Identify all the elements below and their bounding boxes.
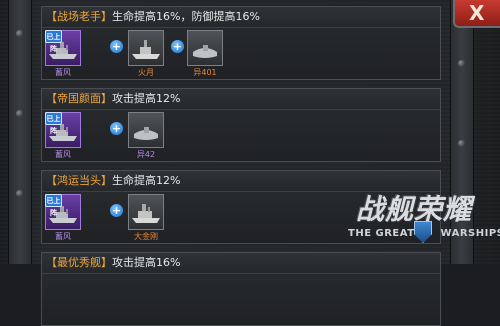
plus-icon: + [171,40,184,53]
combo-effect: 生命提高12% [112,174,180,187]
battleship-icon [131,198,161,226]
destroyer-icon [131,34,161,62]
ship-name: 火月 [124,68,168,78]
combo-card: 【最优秀舰】攻击提高16% [41,252,441,326]
ship-name: 蓄风 [41,232,85,242]
deployed-badge: 已上阵 [45,30,62,43]
combo-header: 【战场老手】生命提高16%，防御提高16% [42,7,440,28]
logo-english-right: WARSHIPS [441,228,500,239]
combo-effect: 攻击提高12% [112,92,180,105]
combo-title: 【帝国颜面】 [46,92,112,105]
close-icon: X [469,1,484,25]
ship-slot[interactable] [128,112,164,148]
ship-slot[interactable]: 已上阵 [45,194,81,230]
close-button[interactable]: X [453,0,500,28]
logo-english-left: THE GREAT [348,228,415,239]
rivet [458,60,465,67]
combo-effect: 生命提高16%，防御提高16% [112,10,260,23]
ship-slot[interactable]: 已上阵 [45,30,81,66]
ship-slot[interactable] [187,30,223,66]
ship-slot[interactable]: 已上阵 [45,112,81,148]
plus-icon: + [110,40,123,53]
ship-name: 异401 [183,68,227,78]
rivet [16,30,23,37]
rivet [16,110,23,117]
plus-icon: + [110,204,123,217]
ship-name: 大金刚 [124,232,168,242]
deployed-badge: 已上阵 [45,194,62,207]
combo-card: 【帝国颜面】攻击提高12% 已上阵 蓄风 + 异42 [41,88,441,162]
submarine-icon [131,116,161,144]
combo-card: 【战场老手】生命提高16%，防御提高16% 已上阵 蓄风 + 火月 + 异401 [41,6,441,80]
combo-title: 【战场老手】 [46,10,112,23]
deployed-badge: 已上阵 [45,112,62,125]
combo-header: 【帝国颜面】攻击提高12% [42,89,440,110]
left-rail [8,0,32,264]
combo-title: 【最优秀舰】 [46,256,112,269]
rivet [458,140,465,147]
ship-slot[interactable] [128,194,164,230]
shield-icon [414,221,432,243]
ship-name: 蓄风 [41,68,85,78]
ship-name: 异42 [124,150,168,160]
game-logo: 战舰荣耀 THE GREAT WARSHIPS [348,188,498,258]
rivet [16,190,23,197]
submarine-icon [190,34,220,62]
plus-icon: + [110,122,123,135]
ship-slot[interactable] [128,30,164,66]
combo-title: 【鸿运当头】 [46,174,112,187]
combo-effect: 攻击提高16% [112,256,180,269]
ship-name: 蓄风 [41,150,85,160]
